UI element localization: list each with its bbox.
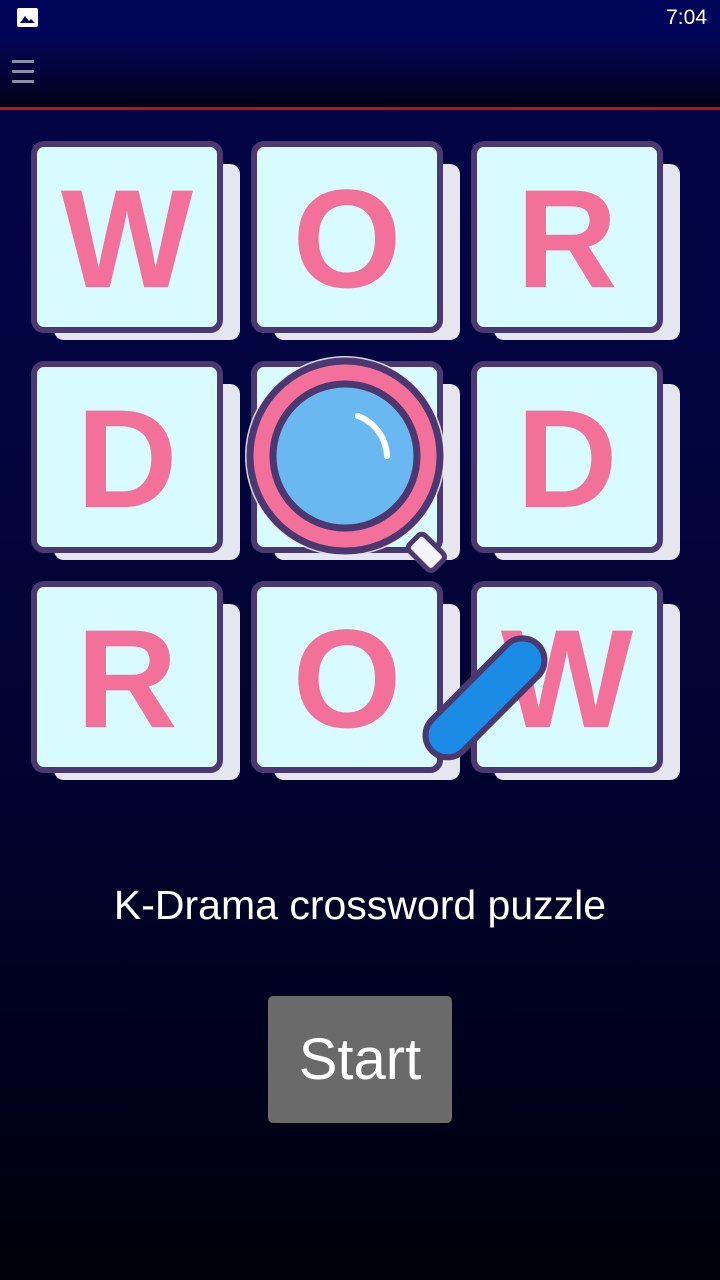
start-button[interactable]: Start <box>268 996 452 1123</box>
image-icon <box>17 8 38 27</box>
word-row-logo: W O RD DR O W <box>31 141 680 780</box>
logo-letter: R <box>516 160 617 317</box>
tagline: K-Drama crossword puzzle <box>113 882 607 928</box>
logo-letter: R <box>76 600 177 757</box>
hamburger-menu-icon[interactable] <box>6 52 38 92</box>
logo-letter: O <box>293 600 402 757</box>
logo-tile-o: O <box>251 141 460 340</box>
logo-letter: D <box>76 380 177 537</box>
logo-tile-w: W <box>31 141 240 340</box>
app-bar <box>0 36 720 108</box>
app-bar-divider <box>0 107 720 110</box>
logo-tile-r: R <box>31 581 240 780</box>
logo-tile-r: R <box>471 141 680 340</box>
status-time: 7:04 <box>666 6 707 29</box>
status-bar: 7:04 <box>0 0 720 36</box>
logo-letter: O <box>293 160 402 317</box>
logo-tile-d: D <box>31 361 240 560</box>
logo-letter: D <box>516 380 617 537</box>
logo-letter: W <box>61 160 193 317</box>
logo-tile-d: D <box>471 361 680 560</box>
